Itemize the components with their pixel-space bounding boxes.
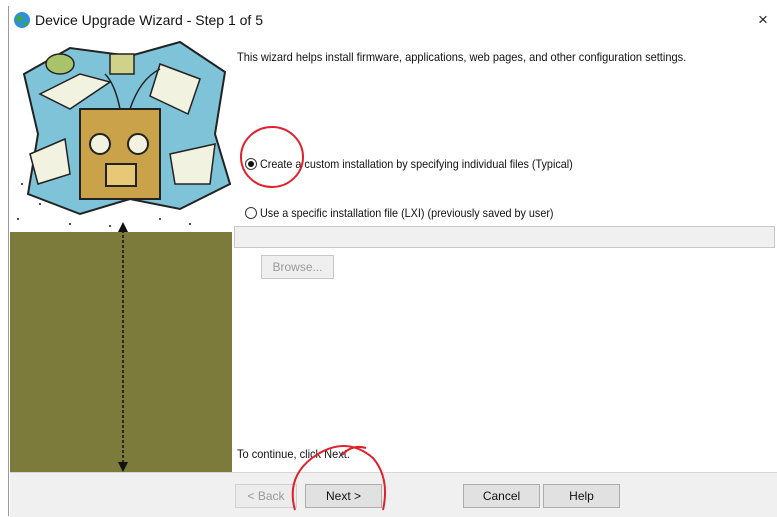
back-button[interactable]: < Back xyxy=(235,484,297,508)
globe-icon xyxy=(14,12,30,28)
radio-button-checked[interactable] xyxy=(245,158,257,170)
radio-button-unchecked[interactable] xyxy=(245,207,257,219)
button-bar: < Back Next > Cancel Help xyxy=(10,472,777,517)
continue-instruction: To continue, click Next. xyxy=(237,447,350,461)
wizard-content: This wizard helps install firmware, appl… xyxy=(232,34,777,472)
wizard-window: Device Upgrade Wizard - Step 1 of 5 × Th… xyxy=(8,6,777,517)
wizard-illustration xyxy=(10,34,232,232)
title-bar: Device Upgrade Wizard - Step 1 of 5 × xyxy=(9,6,777,34)
radio-label-custom: Create a custom installation by specifyi… xyxy=(260,157,573,171)
cancel-button[interactable]: Cancel xyxy=(463,484,540,508)
radio-installation-file[interactable]: Use a specific installation file (LXI) (… xyxy=(245,206,586,220)
window-title: Device Upgrade Wizard - Step 1 of 5 xyxy=(35,12,263,28)
next-button[interactable]: Next > xyxy=(305,484,382,508)
radio-label-file: Use a specific installation file (LXI) (… xyxy=(260,206,554,220)
help-button[interactable]: Help xyxy=(543,484,620,508)
wizard-sidebar xyxy=(10,34,232,472)
installation-file-field[interactable] xyxy=(234,226,775,248)
radio-custom-installation[interactable]: Create a custom installation by specifyi… xyxy=(245,157,608,171)
close-icon[interactable]: × xyxy=(748,6,777,34)
browse-button[interactable]: Browse... xyxy=(261,255,334,279)
intro-text: This wizard helps install firmware, appl… xyxy=(237,50,687,64)
vertical-arrow-icon xyxy=(118,222,128,472)
